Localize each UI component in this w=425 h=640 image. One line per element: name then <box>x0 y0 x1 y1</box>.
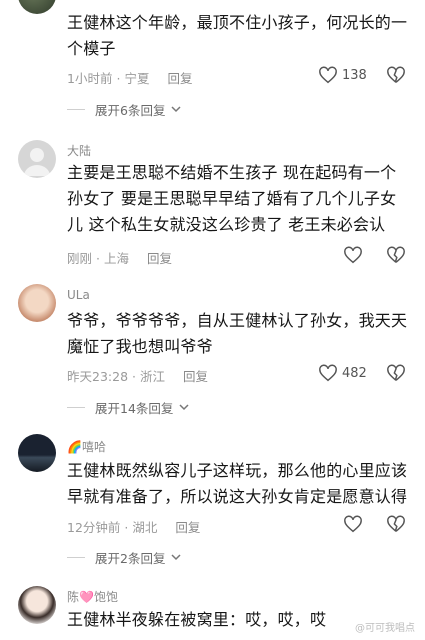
avatar[interactable] <box>18 434 56 472</box>
avatar[interactable] <box>18 140 56 178</box>
broken-heart-icon <box>387 246 405 263</box>
heart-outline-icon <box>319 364 337 382</box>
expand-replies-label: 展开6条回复 <box>95 103 166 118</box>
comment-meta: 1小时前 · 宁夏 回复 <box>67 71 193 86</box>
expand-replies-button[interactable]: 展开2条回复 <box>67 548 181 567</box>
heart-outline-icon <box>319 66 337 84</box>
comment-location: 上海 <box>104 251 130 266</box>
broken-heart-icon <box>387 66 405 83</box>
comment-location: 浙江 <box>140 369 166 384</box>
expand-replies-label: 展开2条回复 <box>95 551 166 566</box>
chevron-down-icon <box>171 554 181 561</box>
like-count: 138 <box>342 67 367 83</box>
watermark: @可可我唱点 <box>355 623 415 634</box>
comment-meta: 昨天23:28 · 浙江 回复 <box>67 369 209 384</box>
expand-replies-label: 展开14条回复 <box>95 401 174 416</box>
comment-location: 宁夏 <box>124 71 150 86</box>
dislike-button[interactable] <box>386 66 406 88</box>
reply-button[interactable]: 回复 <box>167 71 192 86</box>
avatar[interactable] <box>18 284 56 322</box>
heart-outline-icon <box>344 515 362 533</box>
like-count: 482 <box>342 365 367 381</box>
comment-text: 王健林这个年龄，最顶不住小孩子，何况长的一个模子 <box>67 13 408 58</box>
comment-meta: 刚刚 · 上海 回复 <box>67 251 173 266</box>
comment-text: 主要是王思聪不结婚不生孩子 现在起码有一个孙女了 要是王思聪早早结了婚有了几个儿… <box>67 163 397 234</box>
dislike-button[interactable] <box>386 515 406 537</box>
comment-meta: 12分钟前 · 湖北 回复 <box>67 520 201 535</box>
divider <box>67 109 85 110</box>
reply-button[interactable]: 回复 <box>147 251 172 266</box>
default-avatar-icon <box>24 148 50 176</box>
username[interactable]: 大陆 <box>67 142 91 159</box>
chevron-down-icon <box>171 106 181 113</box>
chevron-down-icon <box>179 404 189 411</box>
comment-location: 湖北 <box>132 520 158 535</box>
like-button[interactable]: 138 <box>318 66 367 84</box>
avatar[interactable] <box>18 586 56 624</box>
username[interactable]: 陈🩷饱饱 <box>67 588 118 605</box>
divider <box>67 407 85 408</box>
like-button[interactable] <box>343 515 367 533</box>
dislike-button[interactable] <box>386 246 406 268</box>
comment-time: 昨天23:28 <box>67 369 129 384</box>
username[interactable]: ULa <box>67 288 90 302</box>
comment-time: 刚刚 <box>67 251 93 266</box>
heart-outline-icon <box>344 246 362 264</box>
reply-button[interactable]: 回复 <box>175 520 200 535</box>
avatar[interactable] <box>18 0 56 14</box>
dislike-button[interactable] <box>386 364 406 386</box>
comment-time: 1小时前 <box>67 71 113 86</box>
like-button[interactable] <box>343 246 367 264</box>
expand-replies-button[interactable]: 展开14条回复 <box>67 398 189 417</box>
like-button[interactable]: 482 <box>318 364 367 382</box>
reply-button[interactable]: 回复 <box>183 369 208 384</box>
broken-heart-icon <box>387 364 405 381</box>
username[interactable]: 🌈嘻哈 <box>67 438 106 455</box>
comment-text: 王健林既然纵容儿子这样玩，那么他的心里应该早就有准备了，所以说这大孙女肯定是愿意… <box>67 461 408 506</box>
expand-replies-button[interactable]: 展开6条回复 <box>67 100 181 119</box>
broken-heart-icon <box>387 515 405 532</box>
divider <box>67 557 85 558</box>
comment-text: 爷爷，爷爷爷爷，自从王健林认了孙女，我天天魔怔了我也想叫爷爷 <box>67 311 408 356</box>
comment-time: 12分钟前 <box>67 520 121 535</box>
